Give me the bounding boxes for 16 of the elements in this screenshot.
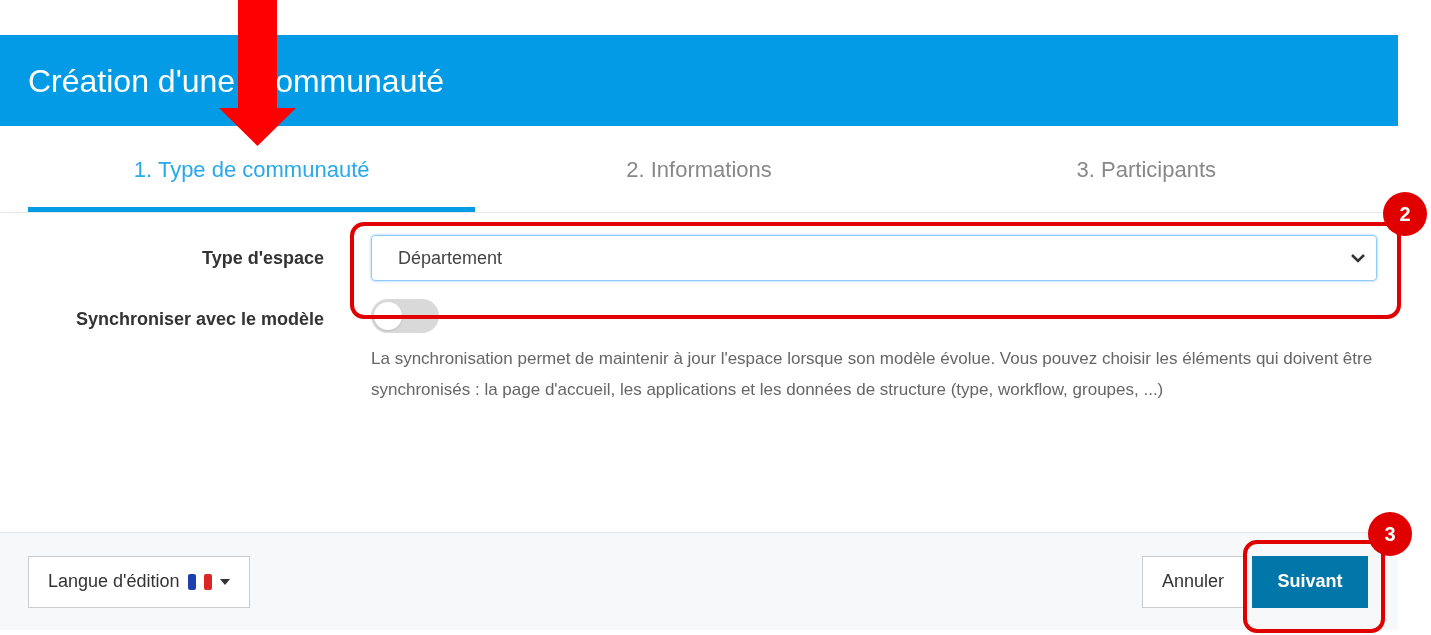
dialog-title: Création d'une <box>28 61 236 101</box>
language-button[interactable]: Langue d'édition <box>28 555 250 608</box>
help-text: La synchronisation permet de maintenir à jour l'espace lorsque son modèle évolue. Vous pouvez choisir les éléments qui doivent être synchronisés : la page d'accueil, les applications et les données de structure (type, workflow, groupes, ...) <box>371 348 1374 401</box>
step-tab[interactable]: 2. Informations <box>475 126 923 212</box>
chevron-down-icon <box>1350 253 1366 263</box>
france-flag-icon <box>187 573 212 590</box>
next-button[interactable]: Suivant <box>1252 555 1368 608</box>
cancel-button[interactable]: Annuler <box>1141 555 1244 608</box>
space-type-select[interactable]: Département <box>371 235 1377 281</box>
field-label: Synchroniser avec le modèle <box>75 308 324 331</box>
step-badge: 2 <box>1383 192 1427 236</box>
caret-icon <box>219 578 230 585</box>
dialog-title: ommunauté <box>275 61 445 101</box>
field-label: Type d'espace <box>202 246 324 270</box>
step-tab[interactable]: 3. Participants <box>922 126 1370 212</box>
step-badge: 3 <box>1368 512 1412 556</box>
